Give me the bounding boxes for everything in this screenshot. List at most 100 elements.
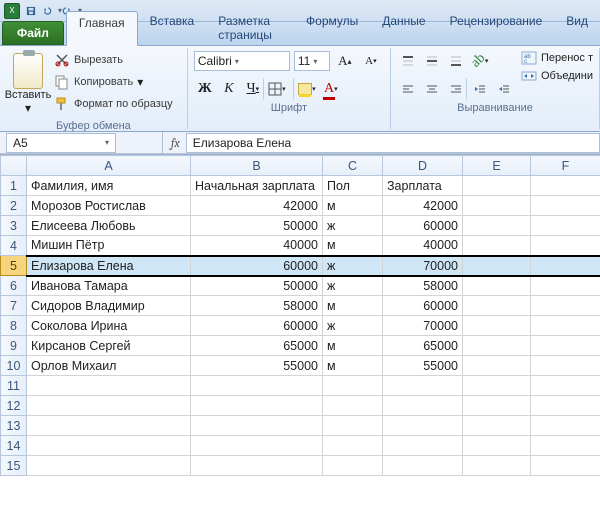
column-header-F[interactable]: F bbox=[531, 156, 600, 176]
cell-C14[interactable] bbox=[323, 436, 383, 456]
cell-D12[interactable] bbox=[383, 396, 463, 416]
cell-C1[interactable]: Пол bbox=[323, 176, 383, 196]
row-header[interactable]: 1 bbox=[1, 176, 27, 196]
cell-C7[interactable]: м bbox=[323, 296, 383, 316]
cell-A14[interactable] bbox=[27, 436, 191, 456]
tab-формулы[interactable]: Формулы bbox=[294, 10, 370, 45]
cell-A12[interactable] bbox=[27, 396, 191, 416]
row-header[interactable]: 5 bbox=[1, 256, 27, 276]
row-header[interactable]: 3 bbox=[1, 216, 27, 236]
font-color-button[interactable]: A▾ bbox=[320, 78, 342, 100]
cell-D8[interactable]: 70000 bbox=[383, 316, 463, 336]
column-header-B[interactable]: B bbox=[191, 156, 323, 176]
tab-рецензирование[interactable]: Рецензирование bbox=[438, 10, 555, 45]
tab-разметка страницы[interactable]: Разметка страницы bbox=[206, 10, 294, 45]
cell-E11[interactable] bbox=[463, 376, 531, 396]
row-header[interactable]: 8 bbox=[1, 316, 27, 336]
grid-row[interactable]: 3Елисеева Любовь50000ж60000 bbox=[1, 216, 600, 236]
cell-F2[interactable] bbox=[531, 196, 600, 216]
cell-C4[interactable]: м bbox=[323, 236, 383, 256]
grid-row[interactable]: 2Морозов Ростислав42000м42000 bbox=[1, 196, 600, 216]
bold-button[interactable]: Ж bbox=[194, 78, 216, 100]
cell-F6[interactable] bbox=[531, 276, 600, 296]
column-headers[interactable]: ABCDEF bbox=[1, 156, 600, 176]
cell-B10[interactable]: 55000 bbox=[191, 356, 323, 376]
cell-D7[interactable]: 60000 bbox=[383, 296, 463, 316]
cell-B6[interactable]: 50000 bbox=[191, 276, 323, 296]
tab-главная[interactable]: Главная bbox=[66, 11, 138, 46]
grid-row[interactable]: 12 bbox=[1, 396, 600, 416]
cell-C11[interactable] bbox=[323, 376, 383, 396]
merge-center-button[interactable]: Объедини bbox=[521, 68, 593, 84]
row-header[interactable]: 13 bbox=[1, 416, 27, 436]
cell-E12[interactable] bbox=[463, 396, 531, 416]
grid-row[interactable]: 11 bbox=[1, 376, 600, 396]
cell-F5[interactable] bbox=[531, 256, 600, 276]
cell-A9[interactable]: Кирсанов Сергей bbox=[27, 336, 191, 356]
cell-B1[interactable]: Начальная зарплата bbox=[191, 176, 323, 196]
cell-B3[interactable]: 50000 bbox=[191, 216, 323, 236]
cell-D15[interactable] bbox=[383, 456, 463, 476]
fill-color-button[interactable]: ▾ bbox=[296, 78, 318, 100]
cell-E13[interactable] bbox=[463, 416, 531, 436]
cell-F4[interactable] bbox=[531, 236, 600, 256]
cell-A4[interactable]: Мишин Пётр bbox=[27, 236, 191, 256]
cell-E8[interactable] bbox=[463, 316, 531, 336]
format-painter-button[interactable]: Формат по образцу bbox=[54, 94, 173, 114]
tab-данные[interactable]: Данные bbox=[370, 10, 437, 45]
column-header-A[interactable]: A bbox=[27, 156, 191, 176]
shrink-font-button[interactable]: A▾ bbox=[360, 50, 382, 72]
cell-C15[interactable] bbox=[323, 456, 383, 476]
cell-D2[interactable]: 42000 bbox=[383, 196, 463, 216]
align-middle-button[interactable] bbox=[421, 50, 443, 72]
cell-D1[interactable]: Зарплата bbox=[383, 176, 463, 196]
cut-button[interactable]: Вырезать bbox=[54, 50, 173, 70]
paste-button[interactable]: Вставить ▾ bbox=[6, 50, 50, 118]
italic-button[interactable]: К bbox=[218, 78, 240, 100]
cell-D13[interactable] bbox=[383, 416, 463, 436]
align-center-button[interactable] bbox=[421, 78, 443, 100]
cell-D5[interactable]: 70000 bbox=[383, 256, 463, 276]
paste-dropdown-icon[interactable]: ▾ bbox=[25, 101, 31, 115]
cell-B7[interactable]: 58000 bbox=[191, 296, 323, 316]
cell-E10[interactable] bbox=[463, 356, 531, 376]
cell-E15[interactable] bbox=[463, 456, 531, 476]
cell-F15[interactable] bbox=[531, 456, 600, 476]
align-left-button[interactable] bbox=[397, 78, 419, 100]
grid-row[interactable]: 5Елизарова Елена60000ж70000 bbox=[1, 256, 600, 276]
row-header[interactable]: 6 bbox=[1, 276, 27, 296]
cell-B11[interactable] bbox=[191, 376, 323, 396]
tab-вставка[interactable]: Вставка bbox=[138, 10, 207, 45]
name-box[interactable]: A5 ▾ bbox=[6, 133, 116, 153]
cell-C13[interactable] bbox=[323, 416, 383, 436]
undo-icon[interactable] bbox=[42, 3, 58, 19]
cell-A8[interactable]: Соколова Ирина bbox=[27, 316, 191, 336]
formula-input[interactable]: Елизарова Елена bbox=[186, 133, 600, 153]
font-name-combo[interactable]: Calibri ▾ bbox=[194, 51, 290, 71]
excel-app-icon[interactable]: X bbox=[4, 3, 20, 19]
cell-A3[interactable]: Елисеева Любовь bbox=[27, 216, 191, 236]
cell-E2[interactable] bbox=[463, 196, 531, 216]
cell-D9[interactable]: 65000 bbox=[383, 336, 463, 356]
cell-C10[interactable]: м bbox=[323, 356, 383, 376]
cell-B2[interactable]: 42000 bbox=[191, 196, 323, 216]
cell-B12[interactable] bbox=[191, 396, 323, 416]
grid-row[interactable]: 13 bbox=[1, 416, 600, 436]
cell-B9[interactable]: 65000 bbox=[191, 336, 323, 356]
cell-C6[interactable]: ж bbox=[323, 276, 383, 296]
cell-F8[interactable] bbox=[531, 316, 600, 336]
cell-F1[interactable] bbox=[531, 176, 600, 196]
cell-F14[interactable] bbox=[531, 436, 600, 456]
align-right-button[interactable] bbox=[445, 78, 467, 100]
select-all-button[interactable] bbox=[1, 156, 27, 176]
fx-icon[interactable]: fx bbox=[171, 136, 180, 150]
cell-A15[interactable] bbox=[27, 456, 191, 476]
column-header-D[interactable]: D bbox=[383, 156, 463, 176]
cell-A11[interactable] bbox=[27, 376, 191, 396]
cell-F11[interactable] bbox=[531, 376, 600, 396]
cell-E9[interactable] bbox=[463, 336, 531, 356]
grid-row[interactable]: 9Кирсанов Сергей65000м65000 bbox=[1, 336, 600, 356]
cell-E6[interactable] bbox=[463, 276, 531, 296]
cell-A5[interactable]: Елизарова Елена bbox=[27, 256, 191, 276]
row-header[interactable]: 9 bbox=[1, 336, 27, 356]
